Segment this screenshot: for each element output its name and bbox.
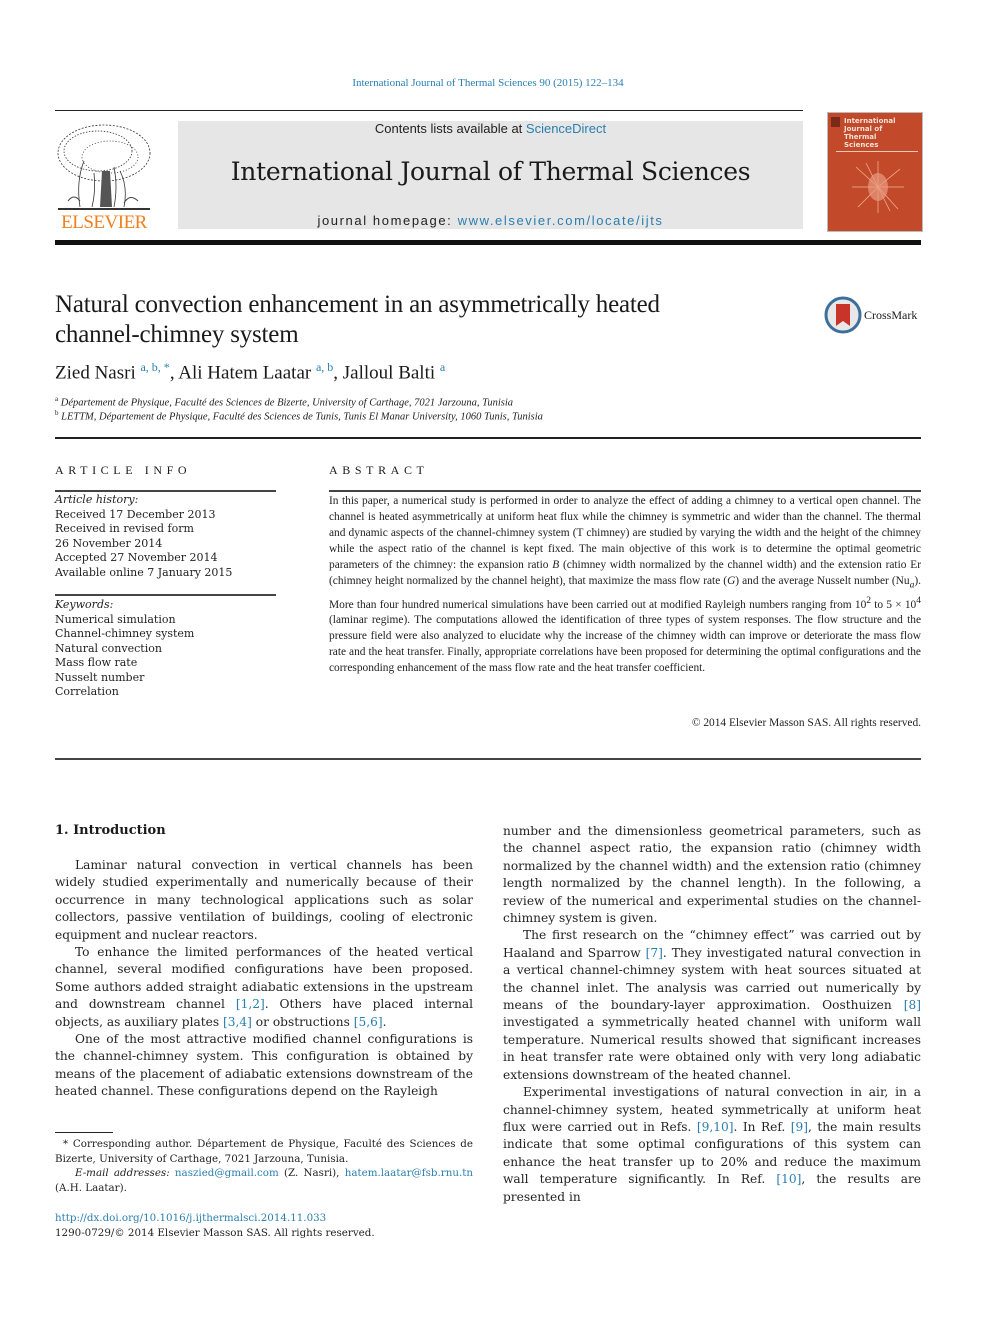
- keyword: Correlation: [55, 685, 119, 698]
- keywords: Keywords: Numerical simulation Channel-c…: [55, 598, 276, 700]
- paper-title-line: channel-chimney system: [55, 321, 299, 348]
- footnote-rule: [55, 1132, 113, 1133]
- paragraph: The first research on the “chimney effec…: [503, 928, 921, 1082]
- affiliation-text: Département de Physique, Faculté des Sci…: [60, 397, 514, 409]
- abstract-copyright: © 2014 Elsevier Masson SAS. All rights r…: [691, 717, 921, 729]
- cover-title-line: Thermal: [844, 133, 877, 141]
- intro-left-column: Laminar natural convection in vertical c…: [55, 857, 473, 1101]
- paragraph: To enhance the limited performances of t…: [55, 945, 473, 1029]
- elsevier-wordmark[interactable]: ELSEVIER: [54, 212, 154, 234]
- abstract-heading: ABSTRACT: [329, 463, 429, 477]
- paper-title: Natural convection enhancement in an asy…: [55, 290, 795, 350]
- cover-publisher-icon: [831, 117, 840, 127]
- crossmark-icon: [824, 296, 862, 334]
- author-name[interactable]: Ali Hatem Laatar: [178, 362, 311, 383]
- doi-block: http://dx.doi.org/10.1016/j.ijthermalsci…: [55, 1211, 375, 1240]
- paragraph: Experimental investigations of natural c…: [503, 1085, 921, 1204]
- affiliation: b LETTM, Département de Physique, Facult…: [55, 409, 543, 423]
- crossmark-button[interactable]: CrossMark: [824, 296, 924, 336]
- affiliation-mark: a: [55, 395, 59, 403]
- keyword: Numerical simulation: [55, 612, 176, 626]
- author-list: Zied Nasri a, b, *, Ali Hatem Laatar a, …: [55, 360, 446, 384]
- citation-link[interactable]: [5,6]: [354, 1015, 383, 1029]
- email-link[interactable]: naszied@gmail.com: [175, 1167, 279, 1179]
- footnote: * Corresponding author. Département de P…: [55, 1137, 473, 1195]
- journal-citation[interactable]: International Journal of Thermal Science…: [0, 77, 976, 89]
- author-name[interactable]: Jalloul Balti: [343, 362, 435, 383]
- header-bottom-rule: [55, 437, 921, 439]
- paper-title-line: Natural convection enhancement in an asy…: [55, 291, 660, 318]
- affiliation-mark: b: [55, 409, 59, 417]
- paragraph: Laminar natural convection in vertical c…: [55, 858, 473, 942]
- author-marks[interactable]: a: [440, 360, 445, 374]
- sciencedirect-link[interactable]: ScienceDirect: [526, 121, 606, 136]
- journal-homepage: journal homepage: www.elsevier.com/locat…: [178, 213, 803, 228]
- history-item: Received in revised form: [55, 522, 194, 535]
- cover-title-line: Sciences: [844, 141, 879, 149]
- crossmark-label: CrossMark: [864, 308, 918, 322]
- journal-cover-thumbnail[interactable]: International Journal of Thermal Science…: [827, 112, 923, 232]
- header-rule: [55, 110, 803, 111]
- keyword: Channel-chimney system: [55, 627, 195, 640]
- paragraph: number and the dimensionless geometrical…: [503, 824, 921, 926]
- keywords-rule: [55, 594, 276, 596]
- history-item: Received 17 December 2013: [55, 507, 216, 521]
- homepage-prefix: journal homepage:: [317, 213, 458, 228]
- keyword: Natural convection: [55, 641, 162, 655]
- abstract-bottom-rule: [55, 758, 921, 760]
- masthead-thick-rule: [55, 240, 921, 245]
- author-name[interactable]: Zied Nasri: [55, 362, 136, 383]
- affiliation: a Département de Physique, Faculté des S…: [55, 395, 513, 409]
- history-item: Available online 7 January 2015: [55, 565, 233, 579]
- keyword: Nusselt number: [55, 670, 145, 684]
- article-history: Article history: Received 17 December 20…: [55, 493, 276, 580]
- keywords-label: Keywords:: [55, 598, 114, 611]
- issn-copyright: 1290-0729/© 2014 Elsevier Masson SAS. Al…: [55, 1226, 375, 1239]
- homepage-link[interactable]: www.elsevier.com/locate/ijts: [458, 213, 664, 228]
- cover-divider: [836, 151, 918, 152]
- paragraph: One of the most attractive modified chan…: [55, 1032, 473, 1099]
- section-heading-introduction: 1. Introduction: [55, 823, 166, 838]
- citation-link[interactable]: [8]: [904, 998, 921, 1012]
- citation-link[interactable]: [9]: [791, 1120, 808, 1134]
- abstract-body: In this paper, a numerical study is perf…: [329, 495, 921, 675]
- keyword: Mass flow rate: [55, 656, 138, 669]
- author-marks[interactable]: a, b: [316, 360, 333, 374]
- history-item: Accepted 27 November 2014: [55, 551, 218, 564]
- abstract-rule: [329, 490, 921, 492]
- cover-title: International Journal of Thermal Science…: [844, 117, 896, 149]
- citation-link[interactable]: [10]: [776, 1172, 801, 1186]
- citation-link[interactable]: [7]: [646, 946, 663, 960]
- citation-link[interactable]: [9,10]: [697, 1120, 734, 1134]
- history-label: Article history:: [55, 493, 139, 506]
- citation-link[interactable]: [1,2]: [236, 997, 265, 1011]
- cover-spark-image: [852, 161, 904, 213]
- cover-title-line: International: [844, 117, 896, 125]
- contents-available: Contents lists available at ScienceDirec…: [178, 121, 803, 136]
- corresponding-author-note: * Corresponding author. Département de P…: [55, 1138, 473, 1165]
- email-note: E-mail addresses: naszied@gmail.com (Z. …: [55, 1167, 473, 1194]
- citation-link[interactable]: [3,4]: [223, 1015, 252, 1029]
- history-item: 26 November 2014: [55, 536, 163, 550]
- contents-prefix: Contents lists available at: [374, 121, 526, 136]
- email-link[interactable]: hatem.laatar@fsb.rnu.tn: [345, 1167, 473, 1179]
- affiliation-text: LETTM, Département de Physique, Faculté …: [61, 411, 543, 423]
- journal-title: International Journal of Thermal Science…: [230, 157, 751, 186]
- intro-right-column: number and the dimensionless geometrical…: [503, 823, 921, 1206]
- article-info-heading: ARTICLE INFO: [55, 463, 192, 477]
- author-marks[interactable]: a, b, *: [140, 360, 169, 374]
- article-info-rule: [55, 490, 276, 492]
- doi-link[interactable]: http://dx.doi.org/10.1016/j.ijthermalsci…: [55, 1212, 326, 1224]
- cover-title-line: Journal of: [844, 125, 883, 133]
